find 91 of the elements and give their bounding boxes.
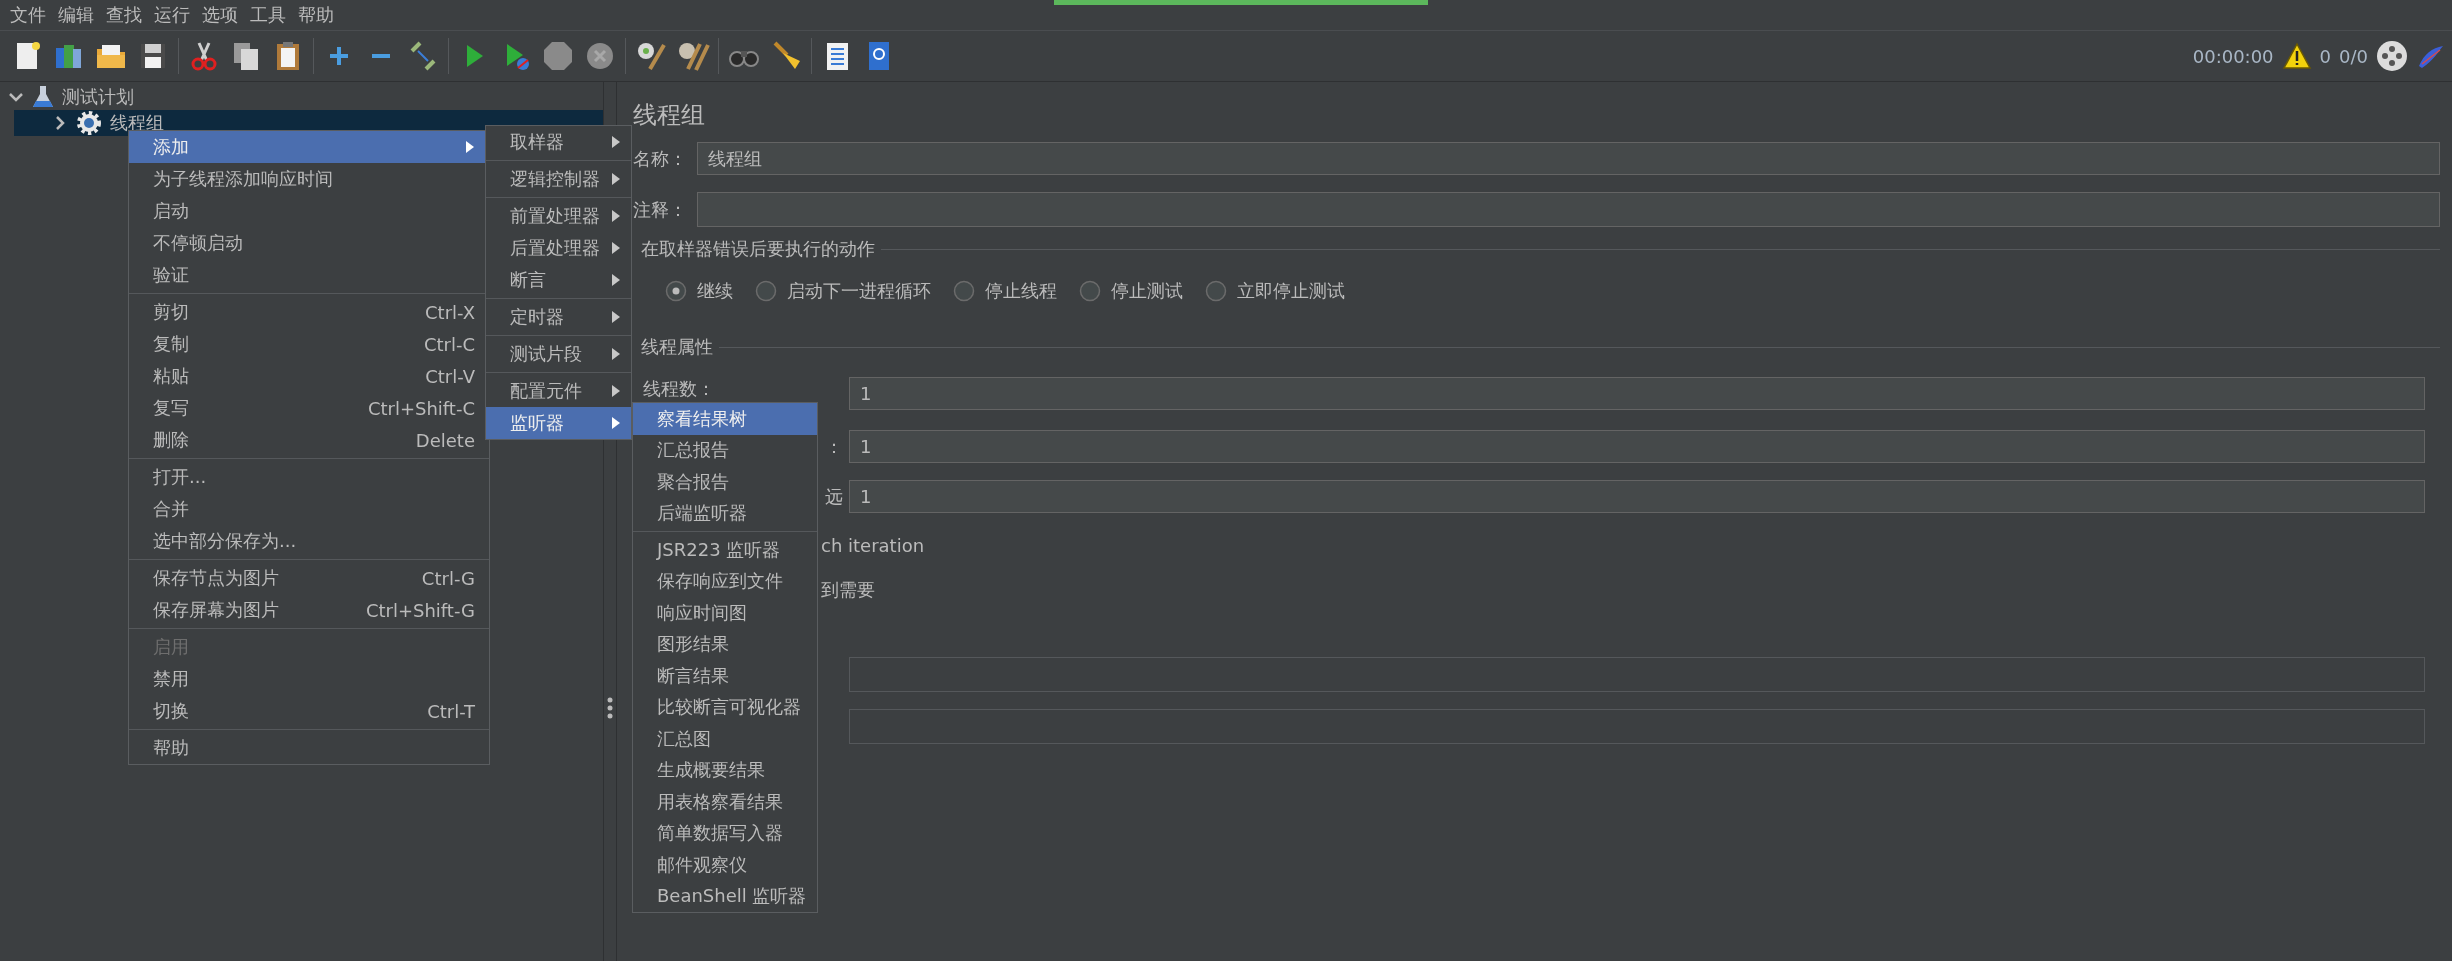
menu-bar-item[interactable]: 选项 xyxy=(196,3,244,27)
thread-count: 0/0 xyxy=(2339,45,2368,67)
menu-item[interactable]: 生成概要结果 xyxy=(633,754,817,786)
section-title: 在取样器错误后要执行的动作 xyxy=(641,237,875,261)
section-title: 线程属性 xyxy=(641,335,713,359)
radio-button[interactable] xyxy=(665,280,687,302)
radio-option[interactable]: 立即停止测试 xyxy=(1205,279,1345,303)
menu-item[interactable]: 打开... xyxy=(129,461,489,493)
gear-icon xyxy=(76,110,102,136)
menu-item[interactable]: 切换 Ctrl-T xyxy=(129,695,489,727)
stop-sign-icon[interactable] xyxy=(541,39,575,73)
field-label: 名称： xyxy=(633,146,688,171)
number-field[interactable]: 1 xyxy=(849,480,2425,513)
radio-button[interactable] xyxy=(953,280,975,302)
menu-item[interactable]: 复制 Ctrl-C xyxy=(129,328,489,360)
field-label: 线程数： xyxy=(643,377,715,401)
menu-bar-item[interactable]: 运行 xyxy=(148,3,196,27)
menu-item[interactable]: 复写 Ctrl+Shift-C xyxy=(129,392,489,424)
menu-item[interactable]: 帮助 xyxy=(129,732,489,764)
shortcut-text: Ctrl-C xyxy=(423,333,475,355)
shortcut-text: Ctrl-V xyxy=(425,365,475,387)
menu-item[interactable]: 响应时间图 xyxy=(633,597,817,629)
menu-item[interactable]: 粘贴 Ctrl-V xyxy=(129,360,489,392)
field-label: 注释： xyxy=(633,197,688,222)
shortcut-text: Ctrl-T xyxy=(427,700,475,722)
menu-item[interactable]: 监听器 xyxy=(486,407,631,439)
menu-item[interactable]: 前置处理器 xyxy=(486,200,631,232)
menu-item[interactable]: 为子线程添加响应时间 xyxy=(129,163,489,195)
menu-item[interactable]: 定时器 xyxy=(486,301,631,333)
menu-item[interactable]: 邮件观察仪 xyxy=(633,849,817,881)
menu-item[interactable]: 保存节点为图片 Ctrl-G xyxy=(129,562,489,594)
shortcut-text: Ctrl+Shift-G xyxy=(365,599,475,621)
flask-icon xyxy=(32,85,54,109)
shortcut-text: Delete xyxy=(415,429,475,451)
elapsed-time: 00:00:00 xyxy=(2192,45,2274,67)
menu-item[interactable]: 后置处理器 xyxy=(486,232,631,264)
shortcut-text: Ctrl-G xyxy=(421,567,475,589)
name-field[interactable]: 线程组 xyxy=(697,142,2440,175)
radio-option[interactable]: 停止线程 xyxy=(953,279,1057,303)
option-label: ch iteration xyxy=(821,535,925,556)
radio-option[interactable]: 停止测试 xyxy=(1079,279,1183,303)
splitter-grip-icon[interactable] xyxy=(607,697,613,719)
menu-item[interactable]: 保存屏幕为图片 Ctrl+Shift-G xyxy=(129,594,489,626)
panel-title: 线程组 xyxy=(633,100,706,131)
menu-bar-item[interactable]: 工具 xyxy=(244,3,292,27)
menu-item[interactable]: 选中部分保存为... xyxy=(129,525,489,557)
menu-item[interactable]: 比较断言可视化器 xyxy=(633,691,817,723)
menu-item[interactable]: 后端监听器 xyxy=(633,497,817,529)
menu-item[interactable]: JSR223 监听器 xyxy=(633,534,817,566)
menu-item[interactable]: 图形结果 xyxy=(633,628,817,660)
comment-field[interactable] xyxy=(697,192,2440,227)
menu-item[interactable]: 断言 xyxy=(486,264,631,296)
menu-item[interactable]: 不停顿启动 xyxy=(129,227,489,259)
menu-item[interactable]: 删除 Delete xyxy=(129,424,489,456)
menu-item[interactable]: 用表格察看结果 xyxy=(633,786,817,818)
menu-bar-item[interactable]: 帮助 xyxy=(292,3,340,27)
round-grip-icon[interactable] xyxy=(2376,40,2408,72)
menu-item[interactable]: 汇总图 xyxy=(633,723,817,755)
radio-option[interactable]: 启动下一进程循环 xyxy=(755,279,931,303)
menu-item[interactable]: 剪切 Ctrl-X xyxy=(129,296,489,328)
menu-bar-item[interactable]: 查找 xyxy=(100,3,148,27)
menu-bar-item[interactable]: 文件 xyxy=(4,3,52,27)
menu-item[interactable]: 聚合报告 xyxy=(633,466,817,498)
radio-button[interactable] xyxy=(1205,280,1227,302)
warning-count: 0 xyxy=(2319,45,2332,67)
shortcut-text: Ctrl-X xyxy=(425,301,475,323)
field-label: 远 xyxy=(825,484,843,509)
menu-item[interactable]: 配置元件 xyxy=(486,375,631,407)
menu-item[interactable]: 断言结果 xyxy=(633,660,817,692)
menu-item[interactable]: 保存响应到文件 xyxy=(633,565,817,597)
option-label: 到需要 xyxy=(821,579,875,600)
field-label: ： xyxy=(825,434,843,459)
menu-item[interactable]: 合并 xyxy=(129,493,489,525)
radio-button[interactable] xyxy=(755,280,777,302)
shortcut-text: Ctrl+Shift-C xyxy=(367,397,475,419)
warning-icon[interactable] xyxy=(2281,42,2312,70)
menu-item[interactable]: 逻辑控制器 xyxy=(486,163,631,195)
menu-item[interactable]: 启动 xyxy=(129,195,489,227)
menu-item[interactable]: 测试片段 xyxy=(486,338,631,370)
number-field[interactable]: 1 xyxy=(849,377,2425,410)
menu-item[interactable]: 验证 xyxy=(129,259,489,291)
menu-item[interactable]: 简单数据写入器 xyxy=(633,817,817,849)
menu-item[interactable]: 汇总报告 xyxy=(633,434,817,466)
radio-option[interactable]: 继续 xyxy=(665,279,733,303)
menu-bar-item[interactable]: 编辑 xyxy=(52,3,100,27)
number-field[interactable]: 1 xyxy=(849,430,2425,463)
radio-button[interactable] xyxy=(1079,280,1101,302)
tree-item[interactable]: 测试计划 xyxy=(0,84,603,110)
menu-item[interactable]: 察看结果树 xyxy=(633,403,817,435)
menu-item[interactable]: BeanShell 监听器 xyxy=(633,880,817,912)
menu-item[interactable]: 禁用 xyxy=(129,663,489,695)
